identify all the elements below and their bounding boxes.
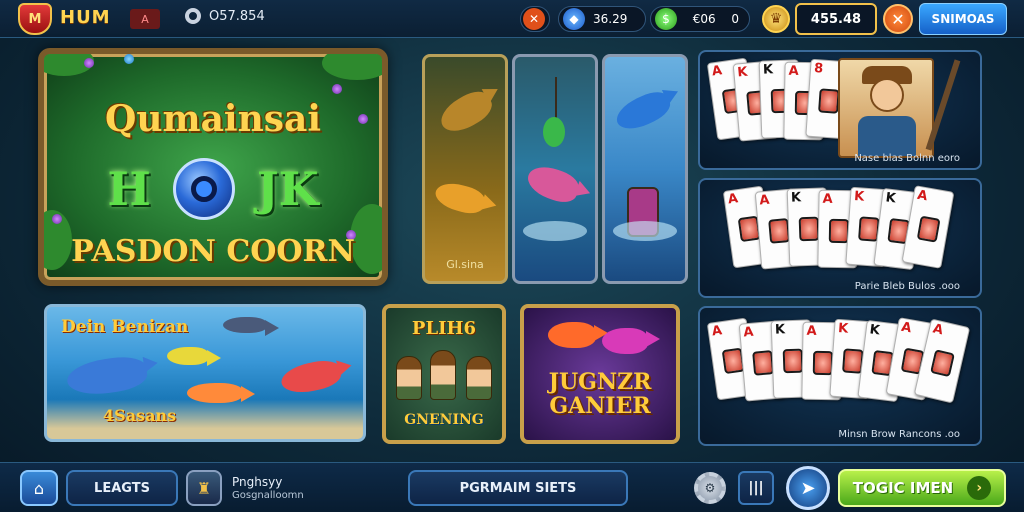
chip-icon bbox=[172, 158, 235, 220]
gem-icon: ◆ bbox=[563, 8, 585, 30]
splash-decoration bbox=[523, 221, 587, 241]
user-id-text: O57.854 bbox=[209, 8, 265, 24]
explorer-character-icon bbox=[466, 356, 492, 400]
arrow-right-icon: › bbox=[967, 476, 992, 500]
splash-decoration bbox=[613, 221, 677, 241]
user-id-display: O57.854 bbox=[185, 8, 265, 24]
featured-game-subtitle: PASDON COORN bbox=[71, 234, 355, 269]
crossed-swords-icon: ✕ bbox=[523, 8, 545, 30]
card-game-tile-2[interactable]: AAKAKKA Parie Bleb Bulos .ooo bbox=[698, 178, 982, 298]
ocean-game-tile[interactable]: Dein Benizan 4Sasans bbox=[44, 304, 366, 442]
bait-icon bbox=[543, 117, 565, 147]
featured-game-emblem: H JK bbox=[44, 158, 382, 220]
orange-fish-icon bbox=[187, 383, 255, 403]
center-menu-button[interactable]: PGRMAIM SIETS bbox=[408, 470, 628, 506]
yellow-fish-icon bbox=[167, 347, 221, 366]
card-tile-3-label: Minsn Brow Rancons .oo bbox=[838, 429, 960, 440]
gem-balance-value: 36.29 bbox=[593, 12, 628, 26]
logo-shield-icon[interactable]: M bbox=[18, 3, 52, 35]
ocean-game-title: Dein Benizan bbox=[61, 317, 189, 337]
gold-balance[interactable]: 455.48 bbox=[795, 3, 877, 35]
home-button[interactable]: ⌂ bbox=[20, 470, 58, 506]
card-game-tile-1[interactable]: AKKA8 Nase blas Bolnn eoro bbox=[698, 50, 982, 170]
blue-fish-icon bbox=[611, 86, 675, 136]
pink-fish-icon bbox=[523, 161, 583, 207]
explorer-character-icon bbox=[430, 350, 456, 400]
jungle-game-title: JUGNZR GANIER bbox=[524, 370, 676, 418]
card-tile-2-label: Parie Bleb Bulos .ooo bbox=[854, 281, 960, 292]
berry-decoration bbox=[124, 54, 134, 64]
top-action-button[interactable]: SNIMOAS bbox=[919, 3, 1007, 35]
logo-tag-icon: A bbox=[130, 9, 160, 29]
app-logo-text: HUM bbox=[60, 7, 111, 28]
user-ring-icon bbox=[185, 8, 201, 24]
bottom-bar: ⌂ LEAGTS ♜ Pnghsyy Gosgnalloomn PGRMAIM … bbox=[0, 462, 1024, 512]
profile-name: Pnghsyy bbox=[232, 474, 283, 489]
play-button[interactable]: TOGIC IMEN › bbox=[838, 469, 1006, 507]
featured-game-title: Qumainsai bbox=[104, 98, 322, 140]
fishing-game-tile-2[interactable] bbox=[512, 54, 598, 284]
compass-icon[interactable]: ➤ bbox=[786, 466, 830, 510]
fishing-game-tile-3[interactable] bbox=[602, 54, 688, 284]
leagues-button[interactable]: LEAGTS bbox=[66, 470, 178, 506]
golden-fish-icon bbox=[435, 85, 497, 139]
gem-balance[interactable]: ◆ 36.29 bbox=[558, 6, 646, 32]
avatar-icon: ♜ bbox=[186, 470, 222, 506]
red-fish-icon bbox=[278, 357, 344, 397]
settings-gear-icon[interactable]: ⚙ bbox=[694, 472, 726, 504]
profile-subtitle: Gosgnalloomn bbox=[232, 489, 304, 501]
stat-icon-button[interactable]: ✕ bbox=[520, 6, 550, 32]
featured-right-glyph: JK bbox=[256, 162, 319, 216]
explorer-portrait-icon bbox=[838, 58, 934, 158]
tuna-fish-icon bbox=[65, 353, 149, 399]
coin-icon: $ bbox=[655, 8, 677, 30]
top-bar: M HUM A O57.854 ✕ ◆ 36.29 $ €06 0 ♛ 455.… bbox=[0, 0, 1024, 38]
grey-fish-icon bbox=[223, 317, 279, 336]
explorer-character-icon bbox=[396, 356, 422, 400]
featured-left-glyph: H bbox=[107, 162, 151, 216]
fish-icon bbox=[432, 178, 488, 218]
explorers-game-subtitle: GNENING bbox=[404, 412, 484, 428]
close-button[interactable]: ✕ bbox=[883, 4, 913, 34]
berry-decoration bbox=[332, 84, 342, 94]
featured-game-tile[interactable]: Qumainsai H JK PASDON COORN bbox=[38, 48, 388, 286]
vine-decoration bbox=[322, 54, 382, 80]
play-button-label: TOGIC IMEN bbox=[852, 479, 954, 497]
fishing-tile-1-label: Gl.sina bbox=[446, 258, 484, 271]
card-tile-1-label: Nase blas Bolnn eoro bbox=[854, 153, 960, 164]
crown-icon[interactable]: ♛ bbox=[762, 5, 790, 33]
coin-balance-extra: 0 bbox=[731, 12, 739, 26]
jungle-title-line-1: JUGNZR bbox=[548, 369, 652, 395]
fishing-game-tile-1[interactable]: Gl.sina bbox=[422, 54, 508, 284]
berry-decoration bbox=[84, 58, 94, 68]
coin-balance[interactable]: $ €06 0 bbox=[650, 6, 750, 32]
explorers-game-tile[interactable]: PLIH6 GNENING bbox=[382, 304, 506, 444]
jungle-game-tile[interactable]: JUGNZR GANIER bbox=[520, 304, 680, 444]
orange-fish-icon bbox=[548, 322, 608, 348]
ocean-game-subtitle: 4Sasans bbox=[103, 406, 177, 425]
purple-fish-icon bbox=[602, 328, 660, 354]
card-game-tile-3[interactable]: AAKAKKAA Minsn Brow Rancons .oo bbox=[698, 306, 982, 446]
pause-button[interactable]: ||| bbox=[738, 471, 774, 505]
coin-balance-value: €06 bbox=[692, 12, 716, 26]
explorers-game-title: PLIH6 bbox=[411, 318, 477, 339]
jungle-title-line-2: GANIER bbox=[549, 393, 651, 419]
profile-block[interactable]: ♜ Pnghsyy Gosgnalloomn bbox=[186, 470, 304, 506]
